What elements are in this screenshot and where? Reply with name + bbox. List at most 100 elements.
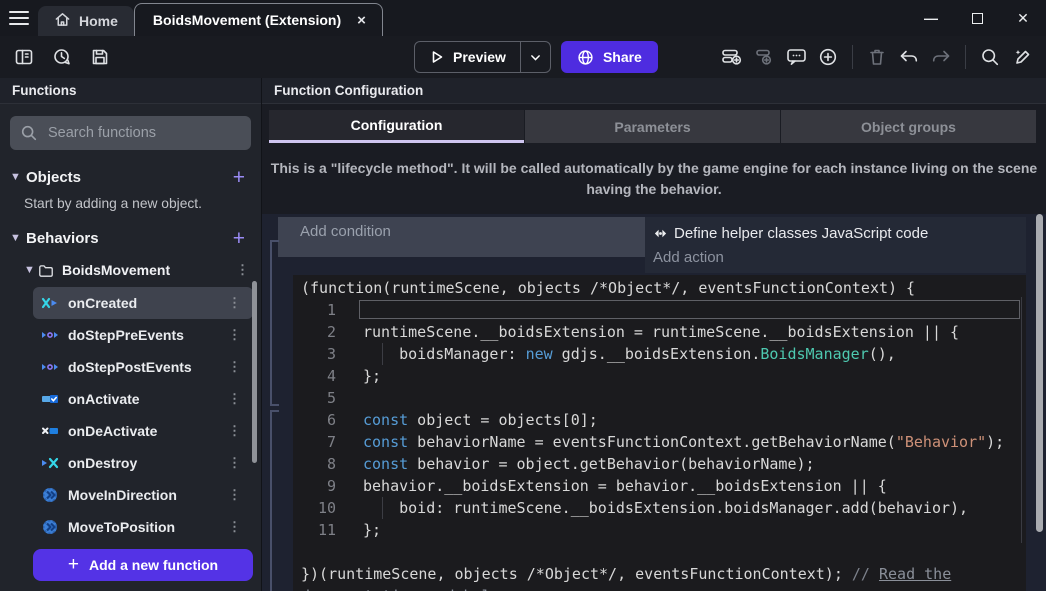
function-options-icon[interactable]: ⋮ [216,359,253,375]
folder-collapse-chevron-icon[interactable]: ▼ [24,264,38,276]
code-line-content: boidsManager: new gdjs.__boidsExtension.… [349,343,1026,365]
toolbar-separator [965,45,966,69]
code-token: (), [869,345,896,363]
tab-boidsmovement[interactable]: BoidsMovement (Extension) × [134,3,383,36]
main-menu-button[interactable] [0,0,38,36]
add-comment-icon[interactable] [782,43,810,71]
add-new-function-label: Add a new function [89,557,218,573]
behaviors-collapse-chevron-icon[interactable]: ▼ [10,232,24,244]
code-token: (function(runtimeScene, objects /*Object… [301,277,915,299]
globe-icon [577,49,594,66]
function-item-onactivate[interactable]: onActivate⋮ [33,383,253,415]
function-item-label: doStepPostEvents [68,359,216,375]
title-bar: Home BoidsMovement (Extension) × — ✕ [0,0,1046,36]
toolbar-right-icons [718,43,1036,71]
objects-section-header: ▼ Objects + [0,160,261,194]
add-sub-event-icon[interactable] [750,43,778,71]
add-condition-button[interactable]: Add condition [290,217,645,257]
add-new-function-button[interactable]: + Add a new function [33,549,253,581]
function-options-icon[interactable]: ⋮ [216,295,253,311]
tab-close-icon[interactable]: × [355,12,368,29]
add-circle-icon[interactable] [814,43,842,71]
code-line-content: boid: runtimeScene.__boidsExtension.boid… [349,497,1026,519]
toolbar-separator [852,45,853,69]
preview-button[interactable]: Preview [414,41,551,73]
preview-button-label: Preview [453,49,506,65]
function-item-oncreated[interactable]: onCreated⋮ [33,287,253,319]
tab-active-label: BoidsMovement (Extension) [153,12,341,28]
sidebar-scrollbar[interactable] [252,281,257,463]
code-line-1: 1 [293,299,1026,321]
add-behavior-button[interactable]: + [229,228,249,249]
redo-icon[interactable] [927,43,955,71]
function-options-icon[interactable]: ⋮ [216,327,253,343]
documentation-link[interactable]: Read the [879,563,951,585]
preview-dropdown-button[interactable] [521,51,550,64]
function-item-ondestroy[interactable]: onDestroy⋮ [33,447,253,479]
folder-options-icon[interactable]: ⋮ [224,262,261,278]
events-scrollbar[interactable] [1036,214,1043,532]
code-token: const [363,433,408,451]
tab-configuration[interactable]: Configuration [269,110,524,143]
add-action-button[interactable]: Add action [653,245,1016,269]
function-item-label: onDestroy [68,455,216,471]
line-number: 9 [293,475,349,497]
function-options-icon[interactable]: ⋮ [216,487,253,503]
lifecycle-description: This is a "lifecycle method". It will be… [262,143,1046,214]
functions-panel: Functions ▼ Objects + Start by adding a … [0,78,262,591]
behavior-folder-name: BoidsMovement [62,262,224,278]
save-icon[interactable] [86,43,114,71]
lifecycle-description-line2: having the behavior. [262,179,1046,200]
code-line-content: }; [349,519,1026,541]
objects-section-title: Objects [26,169,229,186]
function-item-dosteppreevents[interactable]: doStepPreEvents⋮ [33,319,253,351]
function-item-dosteppostevents[interactable]: doStepPostEvents⋮ [33,351,253,383]
undo-icon[interactable] [895,43,923,71]
code-token: ); [986,433,1004,451]
toolbar-left-icons [10,43,114,71]
objects-collapse-chevron-icon[interactable]: ▼ [10,171,24,183]
js-event-title-row: Define helper classes JavaScript code [653,221,1016,245]
function-item-movetoposition[interactable]: MoveToPosition⋮ [33,511,253,543]
edit-wand-icon[interactable] [1008,43,1036,71]
js-code-editor[interactable]: (function(runtimeScene, objects /*Object… [293,275,1026,591]
function-options-icon[interactable]: ⋮ [216,423,253,439]
project-manager-icon[interactable] [10,43,38,71]
search-functions-input[interactable] [48,125,228,141]
search-icon[interactable] [976,43,1004,71]
function-options-icon[interactable]: ⋮ [216,391,253,407]
search-functions-box[interactable] [10,116,251,150]
function-item-label: MoveInDirection [68,487,216,503]
documentation-link[interactable]: documentation and help [301,585,500,591]
function-options-icon[interactable]: ⋮ [216,519,253,535]
maximize-button[interactable] [954,0,1000,36]
function-item-ondeactivate[interactable]: onDeActivate⋮ [33,415,253,447]
code-line-10: 10 boid: runtimeScene.__boidsExtension.b… [293,497,1026,519]
event-drag-handle[interactable] [278,217,290,257]
close-window-button[interactable]: ✕ [1000,0,1046,36]
code-token: }; [363,367,381,385]
code-line-content [349,387,1026,409]
trash-icon[interactable] [863,43,891,71]
add-object-button[interactable]: + [229,167,249,188]
line-number: 1 [293,299,349,321]
function-options-icon[interactable]: ⋮ [216,455,253,471]
function-item-moveindirection[interactable]: MoveInDirection⋮ [33,479,253,511]
preview-button-main[interactable]: Preview [415,49,520,65]
configuration-panel-header: Function Configuration [262,78,1046,104]
code-line-blank [293,541,1026,563]
code-token: new [526,345,553,363]
tab-parameters[interactable]: Parameters [525,110,780,143]
code-token: }; [363,521,381,539]
behavior-folder-row[interactable]: ▼ BoidsMovement ⋮ [0,255,261,285]
code-line-content [349,541,1026,563]
code-line-5: 5 [293,387,1026,409]
history-icon[interactable] [48,43,76,71]
share-button[interactable]: Share [561,41,658,73]
add-event-icon[interactable] [718,43,746,71]
code-token: behavior = object.getBehavior(behaviorNa… [408,455,814,473]
minimize-button[interactable]: — [908,0,954,36]
code-token: boid: runtimeScene.__boidsExtension.boid… [363,499,968,517]
tab-object-groups[interactable]: Object groups [781,110,1036,143]
tab-home[interactable]: Home [38,6,134,36]
